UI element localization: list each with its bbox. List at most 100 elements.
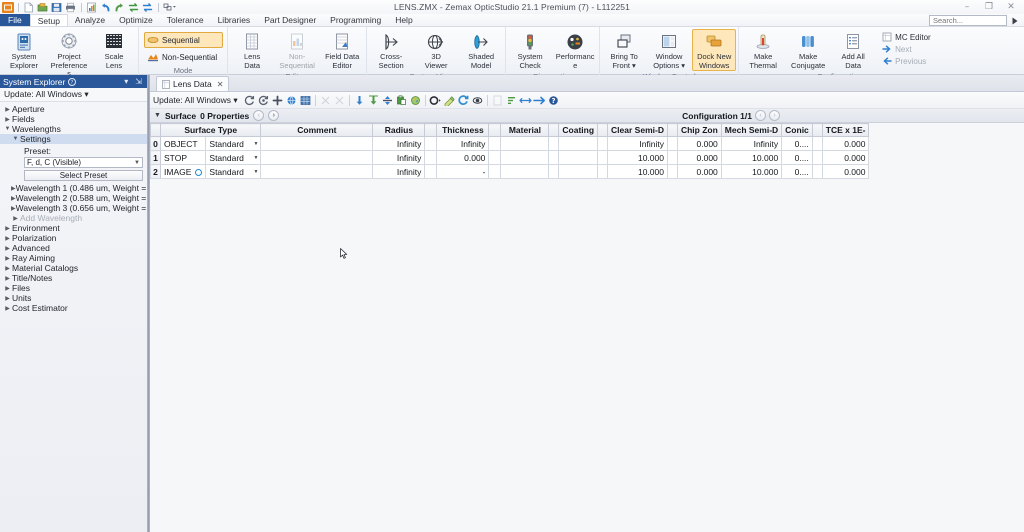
menu-item-optimize[interactable]: Optimize xyxy=(112,14,160,26)
tree-item-units[interactable]: ▶ Units xyxy=(0,293,147,303)
chevron-down-icon[interactable]: ▼ xyxy=(253,141,258,147)
cell-chip-zone[interactable]: 0.000 xyxy=(676,150,722,165)
search-input[interactable] xyxy=(929,15,1007,26)
expand-arrow-icon[interactable]: ▶ xyxy=(3,245,12,252)
help-icon[interactable]: ? xyxy=(547,93,560,107)
print-icon[interactable] xyxy=(65,2,77,13)
cell-coating[interactable] xyxy=(558,164,599,179)
coating-icon[interactable] xyxy=(443,93,456,107)
globe-icon[interactable] xyxy=(285,93,298,107)
undo-icon[interactable] xyxy=(100,2,112,13)
cell-tce[interactable]: 0.000 xyxy=(821,164,870,179)
cell-thickness[interactable]: 0.000 xyxy=(436,150,490,165)
bring-to-front-button[interactable]: Bring To Front ▾ xyxy=(602,29,646,71)
menu-item-help[interactable]: Help xyxy=(388,14,419,26)
cell-coating[interactable] xyxy=(558,136,599,151)
cell-coating-solve[interactable] xyxy=(597,136,609,151)
update-all-icon[interactable] xyxy=(142,2,154,13)
cell-surface-type[interactable]: Standard ▼ xyxy=(205,150,262,165)
editor-update-dropdown[interactable]: Update: All Windows ▾ xyxy=(153,95,238,106)
menu-item-tolerance[interactable]: Tolerance xyxy=(160,14,211,26)
column-header-clear-semi-d[interactable]: Clear Semi-D xyxy=(607,123,668,137)
column-header-surface-type[interactable]: Surface Type xyxy=(159,123,262,137)
cell-clear-solve[interactable] xyxy=(666,164,678,179)
go-to-icon[interactable] xyxy=(532,93,546,107)
cell-conic[interactable]: 0.... xyxy=(781,136,813,151)
paste-icon[interactable] xyxy=(395,93,408,107)
cell-radius[interactable]: Infinity xyxy=(372,136,426,151)
column-header-coating-solve[interactable] xyxy=(597,123,609,137)
cell-coating-solve[interactable] xyxy=(597,164,609,179)
row-number[interactable]: 0 xyxy=(150,136,161,151)
non-sequential-toggle[interactable]: Non-Sequential xyxy=(144,49,223,65)
expand-arrow-icon[interactable]: ▶ xyxy=(3,275,12,282)
3d-viewer-button[interactable]: 3D Viewer xyxy=(414,29,458,71)
expand-arrow-icon[interactable]: ▶ xyxy=(3,305,12,312)
cell-radius-solve[interactable] xyxy=(424,150,438,165)
customize-qat-icon[interactable] xyxy=(163,2,176,13)
mc-editor-button[interactable]: MC Editor xyxy=(878,31,936,43)
open-file-icon[interactable] xyxy=(37,2,49,13)
collapse-arrow-icon[interactable]: ▼ xyxy=(11,136,20,142)
visibility-icon[interactable] xyxy=(471,93,484,107)
chevron-down-icon[interactable]: ▼ xyxy=(154,112,161,119)
project-preferences-button[interactable]: Project Preferences xyxy=(47,29,91,80)
tree-item-files[interactable]: ▶ Files xyxy=(0,283,147,293)
minimize-button[interactable]: – xyxy=(956,1,978,14)
cell-conic-solve[interactable] xyxy=(811,150,823,165)
system-explorer-button[interactable]: System Explorer xyxy=(2,29,46,71)
expand-arrow-icon[interactable]: ▶ xyxy=(3,285,12,292)
cell-conic-solve[interactable] xyxy=(811,136,823,151)
cell-radius-solve[interactable] xyxy=(424,164,438,179)
make-thermal-button[interactable]: Make Thermal xyxy=(741,29,785,71)
delete-surface-icon[interactable] xyxy=(319,93,332,107)
chevron-down-icon[interactable]: ▼ xyxy=(253,169,258,175)
move-surface-icon[interactable] xyxy=(381,93,394,107)
lens-data-button[interactable]: Lens Data xyxy=(230,29,274,71)
cell-thickness[interactable]: - xyxy=(436,164,490,179)
table-row[interactable]: 0 OBJECT Standard ▼ Infinity Infinity Inf… xyxy=(150,136,870,151)
aperture-icon[interactable] xyxy=(429,93,442,107)
column-header-comment[interactable]: Comment xyxy=(260,123,374,137)
maximize-button[interactable]: ❐ xyxy=(978,1,1000,14)
search-go-icon[interactable] xyxy=(1009,15,1021,26)
cell-mech-semi-d[interactable]: Infinity xyxy=(720,136,783,151)
tree-item-wavelengths[interactable]: ▼ Wavelengths xyxy=(0,124,147,134)
insert-before-icon[interactable] xyxy=(353,93,366,107)
properties-next-button[interactable]: › xyxy=(268,110,280,121)
refresh-all-icon[interactable] xyxy=(257,93,270,107)
system-explorer-update-dropdown[interactable]: Update: All Windows ▾ xyxy=(0,88,147,102)
column-header-clear-solve[interactable] xyxy=(666,123,678,137)
tree-item-polarization[interactable]: ▶ Polarization xyxy=(0,233,147,243)
system-check-button[interactable]: System Check xyxy=(508,29,552,71)
performance-button[interactable]: Performance xyxy=(553,29,597,71)
close-button[interactable]: ✕ xyxy=(1000,1,1022,14)
grid-icon[interactable] xyxy=(299,93,312,107)
redo-icon[interactable] xyxy=(114,2,126,13)
make-conjugate-button[interactable]: Make Conjugate xyxy=(786,29,830,71)
expand-arrow-icon[interactable]: ▶ xyxy=(3,225,12,232)
column-header-tce[interactable]: TCE x 1E- xyxy=(821,123,870,137)
expand-arrow-icon[interactable]: ▶ xyxy=(3,265,12,272)
column-header-material[interactable]: Material xyxy=(500,123,550,137)
solve-icon[interactable] xyxy=(409,93,422,107)
tree-item-settings[interactable]: ▼ Settings xyxy=(0,134,147,144)
cell-mech-semi-d[interactable]: 10.000 xyxy=(720,150,783,165)
menu-item-part-designer[interactable]: Part Designer xyxy=(257,14,323,26)
cell-tce[interactable]: 0.000 xyxy=(821,136,870,151)
tree-item-fields[interactable]: ▶ Fields xyxy=(0,114,147,124)
cell-coating[interactable] xyxy=(558,150,599,165)
cell-surface-name[interactable]: OBJECT xyxy=(159,136,207,151)
delete-all-icon[interactable] xyxy=(333,93,346,107)
tree-item-material-catalogs[interactable]: ▶ Material Catalogs xyxy=(0,263,147,273)
window-options-button[interactable]: Window Options ▾ xyxy=(647,29,691,71)
report-icon[interactable] xyxy=(86,2,98,13)
add-all-data-button[interactable]: Add All Data xyxy=(831,29,875,71)
menu-item-file[interactable]: File xyxy=(0,14,30,26)
cell-material-solve[interactable] xyxy=(548,164,560,179)
cell-thickness[interactable]: Infinity xyxy=(436,136,490,151)
sort-icon[interactable] xyxy=(505,93,518,107)
select-preset-button[interactable]: Select Preset xyxy=(24,170,143,181)
cell-material[interactable] xyxy=(500,164,550,179)
cell-clear-semi-d[interactable]: 10.000 xyxy=(607,164,668,179)
